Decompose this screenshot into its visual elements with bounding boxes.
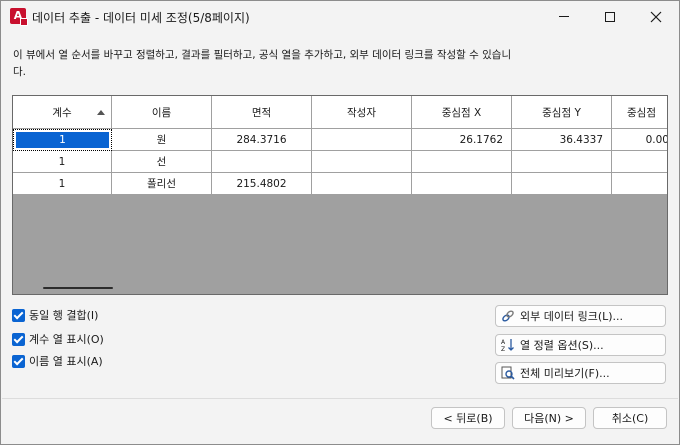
table-cell[interactable] bbox=[312, 151, 412, 173]
sort-icon: AZ bbox=[500, 337, 516, 353]
column-header-count[interactable]: 계수 bbox=[13, 96, 112, 129]
back-button[interactable]: < 뒤로(B) bbox=[431, 407, 505, 429]
show-count-column-checkbox[interactable]: 계수 열 표시(O) bbox=[12, 331, 104, 347]
checkbox-label: 이름 열 표시(A) bbox=[29, 355, 103, 368]
table-cell[interactable] bbox=[412, 151, 512, 173]
column-header-center-x[interactable]: 중심점 X bbox=[412, 96, 512, 129]
table-cell[interactable]: 선 bbox=[112, 151, 212, 173]
table-cell[interactable] bbox=[612, 151, 667, 173]
button-label: 열 정렬 옵션(S)... bbox=[520, 339, 604, 352]
table-cell[interactable]: 폴리선 bbox=[112, 173, 212, 195]
minimize-icon bbox=[559, 16, 569, 17]
column-header-label: 계수 bbox=[52, 106, 72, 119]
autocad-app-icon: A bbox=[10, 8, 28, 26]
close-button[interactable] bbox=[633, 1, 679, 32]
checkbox-label: 동일 행 결합(I) bbox=[29, 309, 99, 322]
column-header-label: 이름 bbox=[151, 106, 172, 119]
table-cell[interactable]: 1 bbox=[13, 151, 112, 173]
table-cell[interactable] bbox=[312, 173, 412, 195]
column-header-center-z[interactable]: 중심점 bbox=[612, 96, 667, 129]
table-cell[interactable] bbox=[512, 151, 612, 173]
checkbox-checked-icon bbox=[12, 354, 25, 368]
grid-content: 계수 이름 면적 작성자 중심점 X 중심점 Y 중심점 1 원 284.371… bbox=[13, 96, 667, 195]
combine-identical-rows-checkbox[interactable]: 동일 행 결합(I) bbox=[12, 307, 98, 323]
data-grid[interactable]: 계수 이름 면적 작성자 중심점 X 중심점 Y 중심점 1 원 284.371… bbox=[12, 95, 668, 295]
checkbox-checked-icon bbox=[12, 308, 25, 322]
column-header-area[interactable]: 면적 bbox=[212, 96, 312, 129]
table-cell[interactable] bbox=[212, 151, 312, 173]
title-bar: A 데이터 추출 - 데이터 미세 조정(5/8페이지) bbox=[1, 1, 679, 32]
minimize-button[interactable] bbox=[541, 1, 587, 32]
column-header-name[interactable]: 이름 bbox=[112, 96, 212, 129]
column-header-label: 작성자 bbox=[347, 106, 376, 119]
column-header-author[interactable]: 작성자 bbox=[312, 96, 412, 129]
cancel-button[interactable]: 취소(C) bbox=[593, 407, 667, 429]
column-header-label: 중심점 Y bbox=[542, 106, 581, 119]
table-cell[interactable]: 1 bbox=[13, 173, 112, 195]
table-cell[interactable] bbox=[512, 173, 612, 195]
close-icon bbox=[650, 11, 662, 22]
full-preview-button[interactable]: 전체 미리보기(F)... bbox=[495, 362, 666, 384]
column-header-label: 중심점 bbox=[627, 106, 656, 119]
table-cell[interactable]: 26.1762 bbox=[412, 129, 512, 151]
table-cell[interactable]: 215.4802 bbox=[212, 173, 312, 195]
button-label: 전체 미리보기(F)... bbox=[520, 367, 610, 380]
show-name-column-checkbox[interactable]: 이름 열 표시(A) bbox=[12, 353, 103, 369]
window-title: 데이터 추출 - 데이터 미세 조정(5/8페이지) bbox=[32, 11, 250, 25]
checkbox-label: 계수 열 표시(O) bbox=[29, 333, 104, 346]
table-cell[interactable] bbox=[412, 173, 512, 195]
column-header-label: 면적 bbox=[251, 106, 272, 119]
table-cell[interactable]: 원 bbox=[112, 129, 212, 151]
table-cell[interactable]: 1 bbox=[13, 129, 112, 151]
external-data-link-button[interactable]: 외부 데이터 링크(L)... bbox=[495, 305, 666, 327]
table-cell[interactable]: 284.3716 bbox=[212, 129, 312, 151]
link-icon bbox=[500, 308, 516, 324]
sort-ascending-icon bbox=[97, 110, 105, 115]
svg-text:A: A bbox=[501, 339, 506, 346]
table-row[interactable]: 1 선 bbox=[13, 151, 667, 173]
data-extraction-dialog: A 데이터 추출 - 데이터 미세 조정(5/8페이지) 이 뷰에서 열 순서를… bbox=[0, 0, 680, 445]
grid-header-row: 계수 이름 면적 작성자 중심점 X 중심점 Y 중심점 bbox=[13, 96, 667, 129]
table-row[interactable]: 1 원 284.3716 26.1762 36.4337 0.00 bbox=[13, 129, 667, 151]
scrollbar-thumb[interactable] bbox=[43, 287, 113, 289]
column-sort-options-button[interactable]: AZ 열 정렬 옵션(S)... bbox=[495, 334, 666, 356]
maximize-icon bbox=[605, 11, 615, 22]
page-description: 이 뷰에서 열 순서를 바꾸고 정렬하고, 결과를 필터하고, 공식 열을 추가… bbox=[13, 49, 512, 78]
table-cell[interactable] bbox=[612, 173, 667, 195]
table-cell[interactable] bbox=[312, 129, 412, 151]
next-button[interactable]: 다음(N) > bbox=[512, 407, 586, 429]
preview-icon bbox=[500, 365, 516, 381]
horizontal-scrollbar[interactable] bbox=[14, 276, 666, 293]
checkbox-checked-icon bbox=[12, 332, 25, 346]
button-label: 외부 데이터 링크(L)... bbox=[520, 310, 624, 323]
column-header-label: 중심점 X bbox=[441, 106, 482, 119]
table-row[interactable]: 1 폴리선 215.4802 bbox=[13, 173, 667, 195]
footer-divider bbox=[2, 398, 678, 399]
maximize-button[interactable] bbox=[587, 1, 633, 32]
table-cell[interactable]: 0.00 bbox=[612, 129, 667, 151]
svg-text:Z: Z bbox=[501, 346, 505, 352]
table-cell[interactable]: 36.4337 bbox=[512, 129, 612, 151]
column-header-center-y[interactable]: 중심점 Y bbox=[512, 96, 612, 129]
